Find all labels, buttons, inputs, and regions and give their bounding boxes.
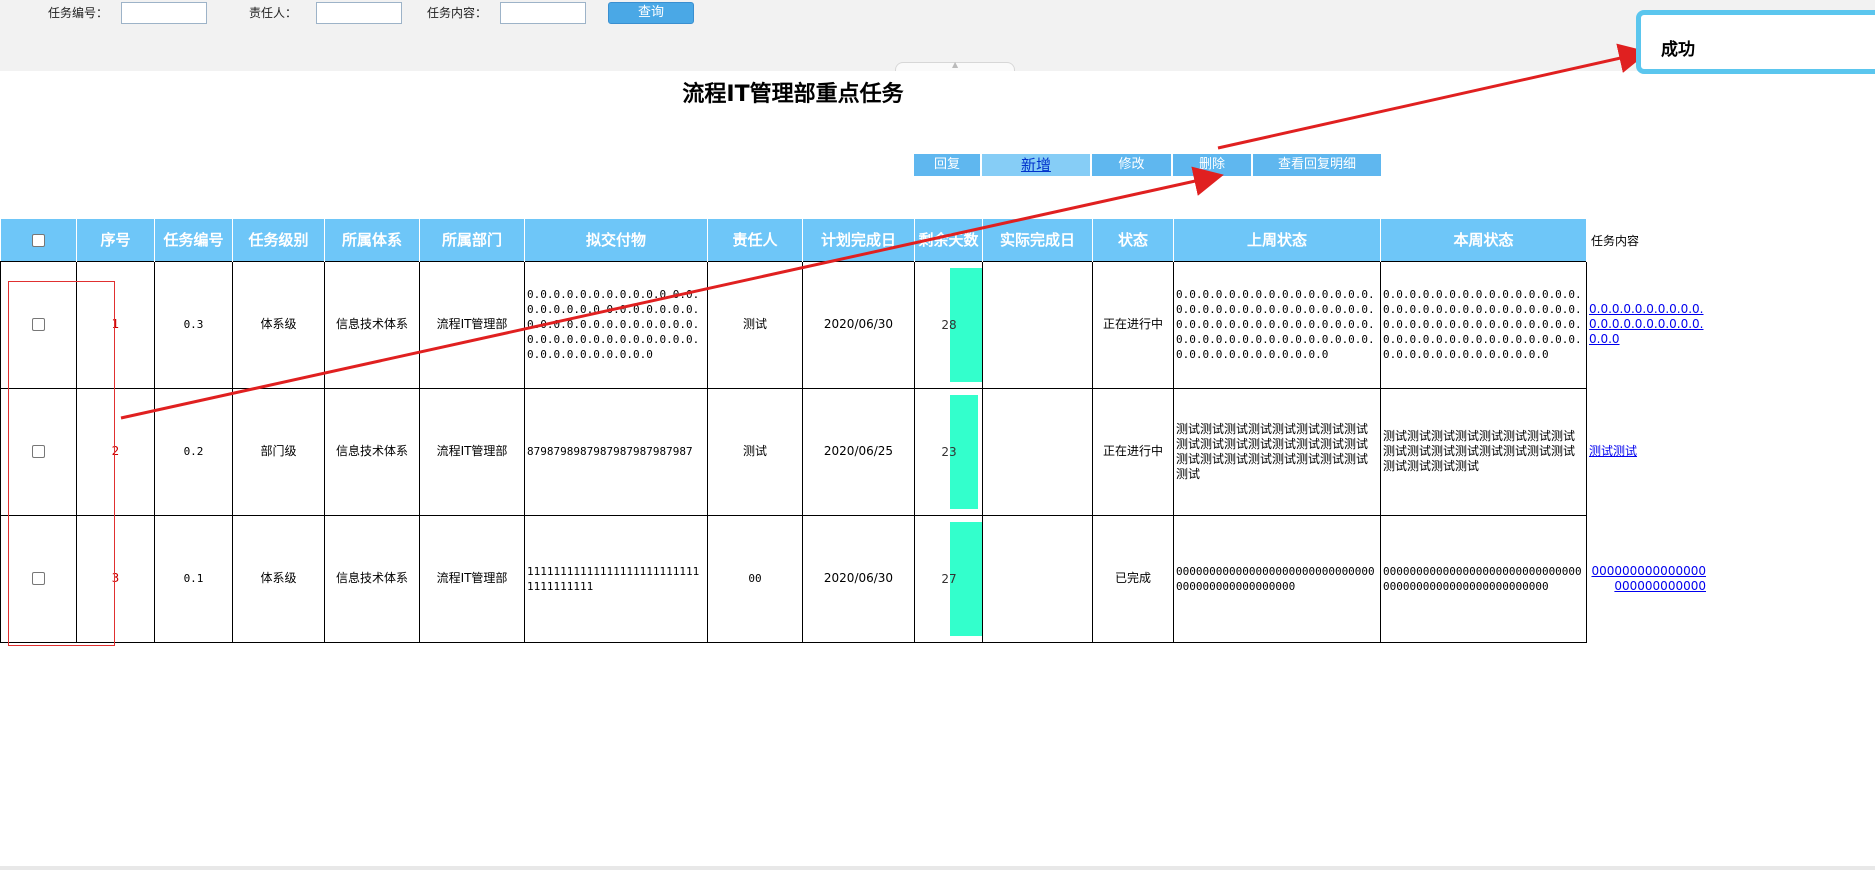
this-week-cell: 测试测试测试测试测试测试测试测试测试测试测试测试测试测试测试测试测试测试测试测试 (1380, 387, 1587, 516)
task-no-label: 任务编号： (48, 6, 109, 20)
content-cell: 0.0.0.0.0.0.0.0.0.0.0.0.0.0.0.0.0.0.0.0.… (1587, 261, 1707, 388)
system-cell: 信息技术体系 (324, 514, 420, 643)
reply-button[interactable]: 回复 (914, 154, 982, 176)
dept-cell: 流程IT管理部 (419, 260, 525, 389)
content-cell: 测试测试 (1587, 388, 1707, 515)
toast-message: 成功 (1661, 40, 1695, 60)
col-last-week: 上周状态 (1173, 219, 1381, 261)
status-cell: 正在进行中 (1092, 260, 1174, 389)
content-input[interactable] (500, 2, 586, 24)
this-week-cell: 0000000000000000000000000000000000000000… (1380, 514, 1587, 643)
table-row[interactable]: 2 0.2 部门级 信息技术体系 流程IT管理部 879879898798798… (0, 387, 1707, 516)
col-remaining-days: 剩余天数 (914, 219, 983, 261)
remaining-days-cell: 27 (914, 514, 983, 643)
owner-cell: 测试 (707, 260, 803, 389)
level-cell: 体系级 (232, 260, 325, 389)
col-seq: 序号 (76, 219, 155, 261)
col-task-no: 任务编号 (154, 219, 233, 261)
deliverable-cell: 111111111111111111111111111111111111 (524, 514, 708, 643)
owner-cell: 测试 (707, 387, 803, 516)
table-header-row: 序号 任务编号 任务级别 所属体系 所属部门 拟交付物 责任人 计划完成日 剩余… (0, 219, 1707, 261)
col-content: 任务内容 (1586, 219, 1707, 261)
owner-label: 责任人： (249, 6, 298, 20)
status-cell: 正在进行中 (1092, 387, 1174, 516)
last-week-cell: 测试测试测试测试测试测试测试测试测试测试测试测试测试测试测试测试测试测试测试测试… (1173, 387, 1381, 516)
toolbar: 回复 新增 修改 删除 查看回复明细 (914, 154, 1381, 176)
last-week-cell: 0000000000000000000000000000000000000000… (1173, 514, 1381, 643)
content-link[interactable]: 测试测试 (1589, 444, 1637, 458)
col-system: 所属体系 (324, 219, 420, 261)
col-status: 状态 (1092, 219, 1174, 261)
content-cell: 000000000000000000000000000 (1587, 515, 1707, 642)
owner-input[interactable] (316, 2, 402, 24)
task-no-cell: 0.3 (154, 260, 233, 389)
actual-date-cell (982, 514, 1093, 643)
collapse-toggle[interactable]: ▲ (895, 60, 1015, 71)
content-link[interactable]: 000000000000000000000000000 (1589, 564, 1706, 594)
edit-button[interactable]: 修改 (1092, 154, 1173, 176)
level-cell: 体系级 (232, 514, 325, 643)
col-owner: 责任人 (707, 219, 803, 261)
plan-date-cell: 2020/06/30 (802, 514, 915, 643)
select-all-cell (0, 219, 77, 261)
annotation-highlight-box (8, 281, 115, 646)
search-bar: 任务编号： 责任人： 任务内容： 查询 ▲ (0, 0, 1875, 71)
this-week-cell: 0.0.0.0.0.0.0.0.0.0.0.0.0.0.0.0.0.0.0.0.… (1380, 260, 1587, 389)
remaining-days-cell: 23 (914, 387, 983, 516)
chevron-up-icon: ▲ (952, 60, 959, 69)
system-cell: 信息技术体系 (324, 260, 420, 389)
last-week-cell: 0.0.0.0.0.0.0.0.0.0.0.0.0.0.0.0.0.0.0.0.… (1173, 260, 1381, 389)
owner-cell: 00 (707, 514, 803, 643)
remaining-days-value: 28 (941, 317, 957, 332)
content-link[interactable]: 0.0.0.0.0.0.0.0.0.0.0.0.0.0.0.0.0.0.0.0.… (1589, 302, 1704, 346)
task-no-input[interactable] (121, 2, 207, 24)
remaining-days-value: 23 (941, 444, 957, 459)
task-table: 序号 任务编号 任务级别 所属体系 所属部门 拟交付物 责任人 计划完成日 剩余… (0, 219, 1707, 643)
level-cell: 部门级 (232, 387, 325, 516)
actual-date-cell (982, 260, 1093, 389)
col-level: 任务级别 (232, 219, 325, 261)
success-toast: 成功 (1636, 10, 1875, 74)
view-reply-detail-button[interactable]: 查看回复明细 (1253, 154, 1381, 176)
content-label: 任务内容： (427, 6, 488, 20)
deliverable-cell: 0.0.0.0.0.0.0.0.0.0.0.0.0.0.0.0.0.0.0.0.… (524, 260, 708, 389)
status-cell: 已完成 (1092, 514, 1174, 643)
delete-button[interactable]: 删除 (1173, 154, 1253, 176)
page-title: 流程IT管理部重点任务 (682, 82, 904, 107)
bottom-divider (0, 866, 1875, 870)
dept-cell: 流程IT管理部 (419, 514, 525, 643)
plan-date-cell: 2020/06/25 (802, 387, 915, 516)
table-row[interactable]: 3 0.1 体系级 信息技术体系 流程IT管理部 111111111111111… (0, 514, 1707, 643)
col-this-week: 本周状态 (1380, 219, 1587, 261)
col-actual-date: 实际完成日 (982, 219, 1093, 261)
query-button[interactable]: 查询 (608, 2, 694, 24)
dept-cell: 流程IT管理部 (419, 387, 525, 516)
task-no-cell: 0.2 (154, 387, 233, 516)
col-deliverable: 拟交付物 (524, 219, 708, 261)
col-plan-date: 计划完成日 (802, 219, 915, 261)
deliverable-cell: 8798798987987987987987987 (524, 387, 708, 516)
system-cell: 信息技术体系 (324, 387, 420, 516)
col-dept: 所属部门 (419, 219, 525, 261)
select-all-checkbox[interactable] (31, 233, 45, 247)
plan-date-cell: 2020/06/30 (802, 260, 915, 389)
table-row[interactable]: 1 0.3 体系级 信息技术体系 流程IT管理部 0.0.0.0.0.0.0.0… (0, 260, 1707, 389)
remaining-days-cell: 28 (914, 260, 983, 389)
add-button[interactable]: 新增 (982, 154, 1092, 176)
remaining-days-value: 27 (941, 571, 957, 586)
actual-date-cell (982, 387, 1093, 516)
task-no-cell: 0.1 (154, 514, 233, 643)
